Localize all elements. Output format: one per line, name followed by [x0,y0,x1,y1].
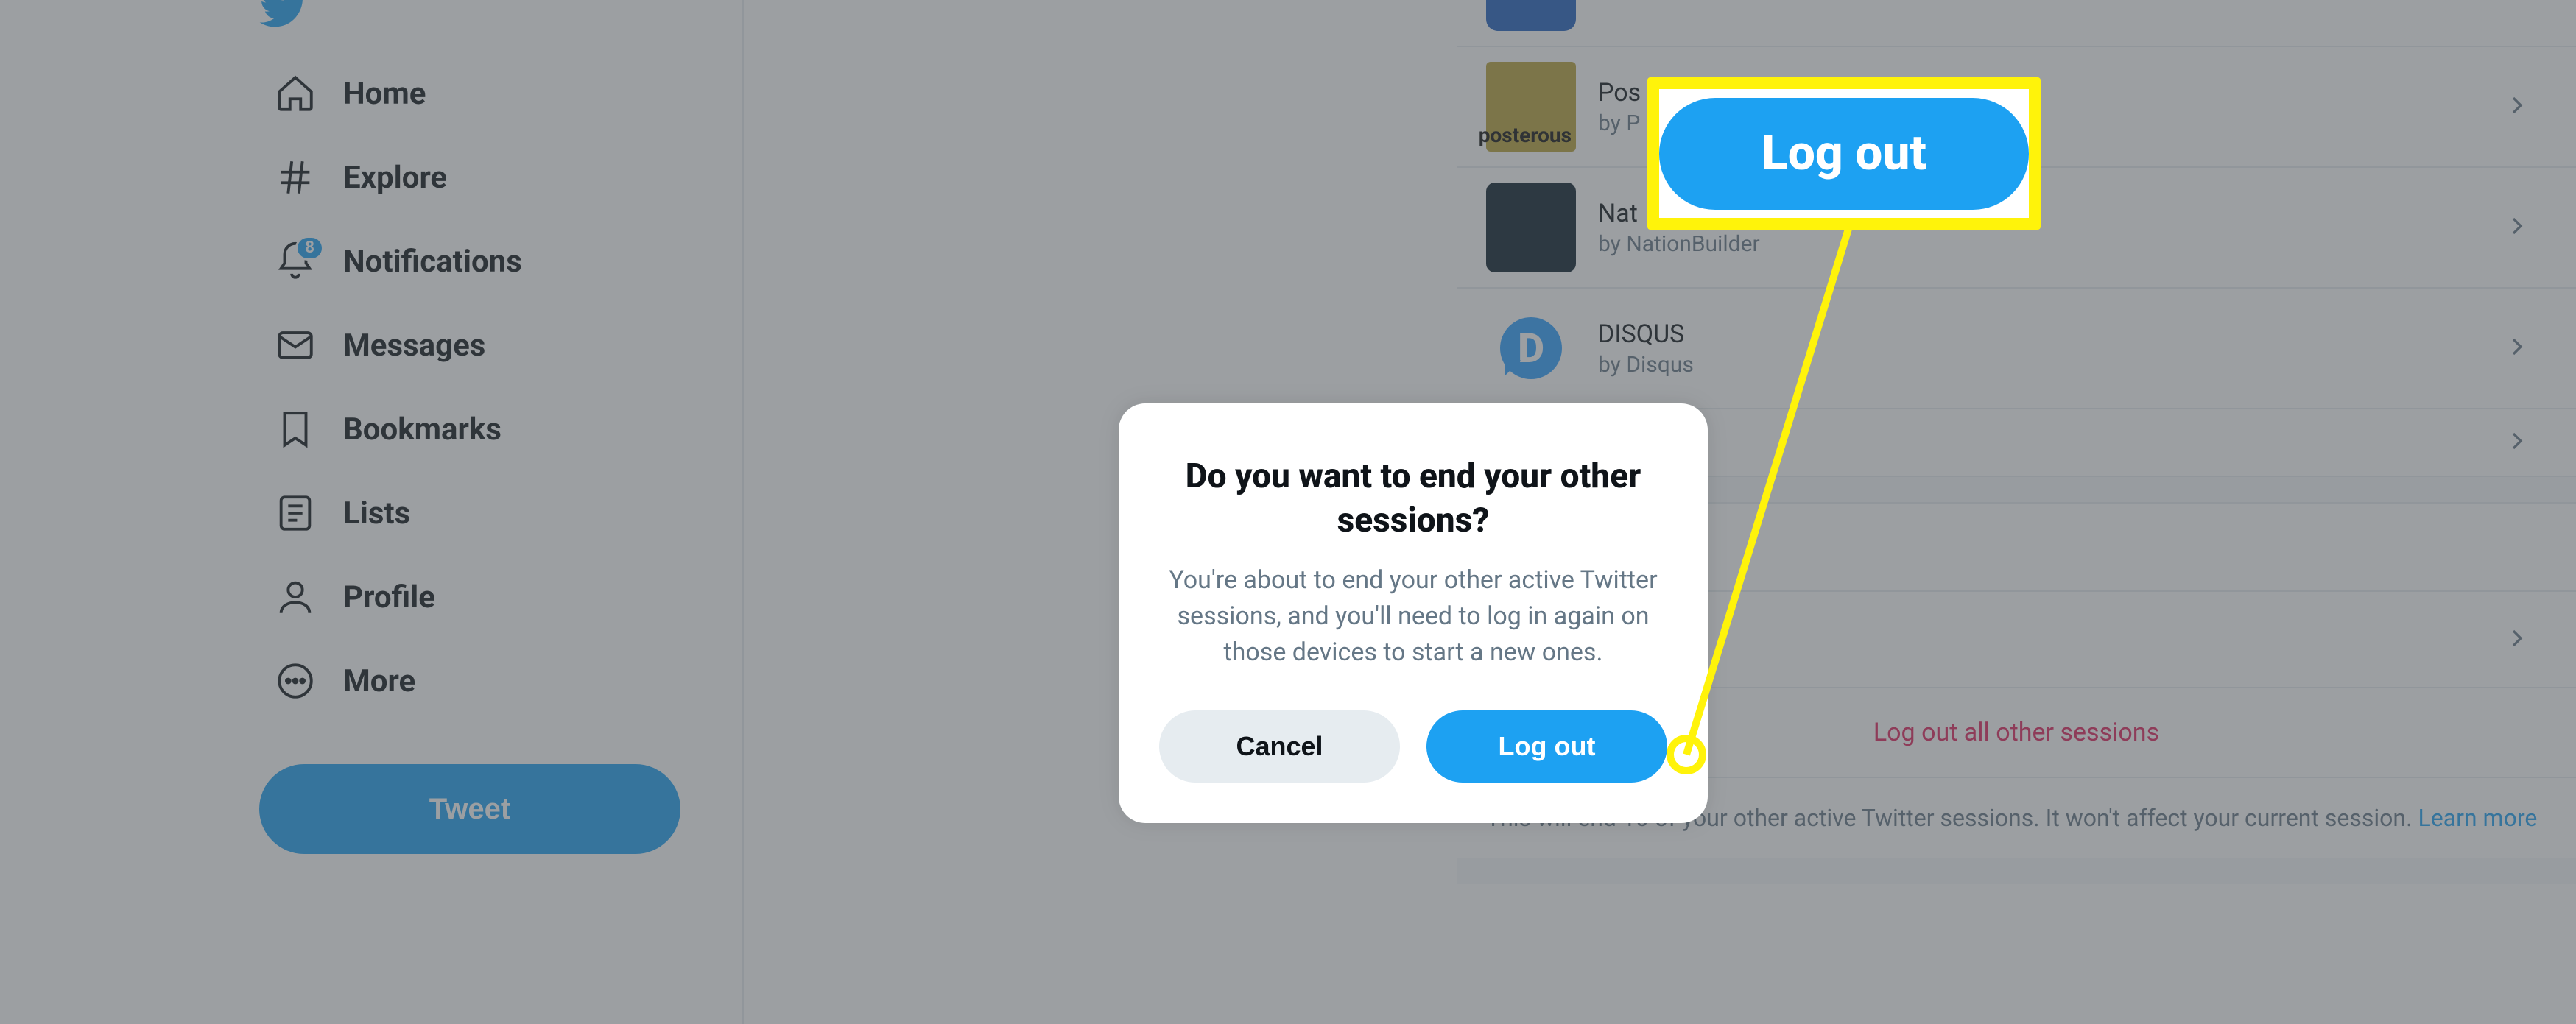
sidebar-item-home[interactable]: Home [259,52,742,135]
app-name: DISQUS [1598,319,1694,349]
sidebar-item-explore[interactable]: Explore [259,135,742,219]
chevron-right-icon [2502,624,2532,656]
sidebar-item-label: Profile [343,579,435,615]
app-thumb: posterous [1486,62,1576,152]
annotation-logout-highlight: Log out [1647,77,2041,230]
bookmark-icon [274,408,317,451]
learn-more-link[interactable]: Learn more [2418,804,2537,832]
sidebar-item-label: Notifications [343,244,522,280]
app-thumb [1486,183,1576,272]
sidebar-item-label: Home [343,76,426,112]
chevron-right-icon [2502,0,2532,2]
app-thumb: D [1486,303,1576,393]
app-by: by NationBuilder [1598,231,1760,257]
sidebar-item-notifications[interactable]: 8 Notifications [259,219,742,303]
app-thumb: m [1486,0,1576,31]
sidebar: Home Explore 8 Notifications Messages [0,0,744,1024]
mail-icon [274,324,317,367]
sidebar-item-more[interactable]: More [259,639,742,723]
bell-icon: 8 [274,240,317,283]
modal-body: You're about to end your other active Tw… [1159,562,1667,671]
section-divider [1457,858,2576,884]
sidebar-item-label: Bookmarks [343,412,502,448]
sidebar-item-label: More [343,663,415,699]
twitter-logo[interactable] [259,0,742,52]
app-row-disqus[interactable]: D DISQUS by Disqus [1457,289,2576,409]
notification-badge: 8 [295,236,324,261]
cancel-button[interactable]: Cancel [1159,710,1400,783]
log-out-button[interactable]: Log out [1426,710,1667,783]
chevron-right-icon [2502,426,2532,459]
app-by: by Mashable [1598,0,1722,1]
tweet-button[interactable]: Tweet [259,764,680,854]
home-icon [274,72,317,115]
chevron-right-icon [2502,211,2532,244]
modal-heading: Do you want to end your other sessions? [1159,455,1667,543]
profile-icon [274,576,317,618]
annotation-logout-pill: Log out [1659,98,2029,210]
sidebar-item-label: Lists [343,495,410,532]
chevron-right-icon [2502,91,2532,123]
end-sessions-modal: Do you want to end your other sessions? … [1119,403,1708,823]
sidebar-item-messages[interactable]: Messages [259,303,742,387]
more-icon [274,660,317,702]
hashtag-icon [274,156,317,199]
list-icon [274,492,317,534]
app-row-mashable[interactable]: m by Mashable [1457,0,2576,47]
sidebar-item-profile[interactable]: Profile [259,555,742,639]
sidebar-item-lists[interactable]: Lists [259,471,742,555]
sidebar-item-label: Messages [343,328,485,364]
app-name: Pos [1598,78,1641,107]
app-by: by P [1598,110,1641,136]
sidebar-item-label: Explore [343,160,447,196]
sidebar-item-bookmarks[interactable]: Bookmarks [259,387,742,471]
chevron-right-icon [2502,332,2532,364]
app-by: by Disqus [1598,352,1694,378]
